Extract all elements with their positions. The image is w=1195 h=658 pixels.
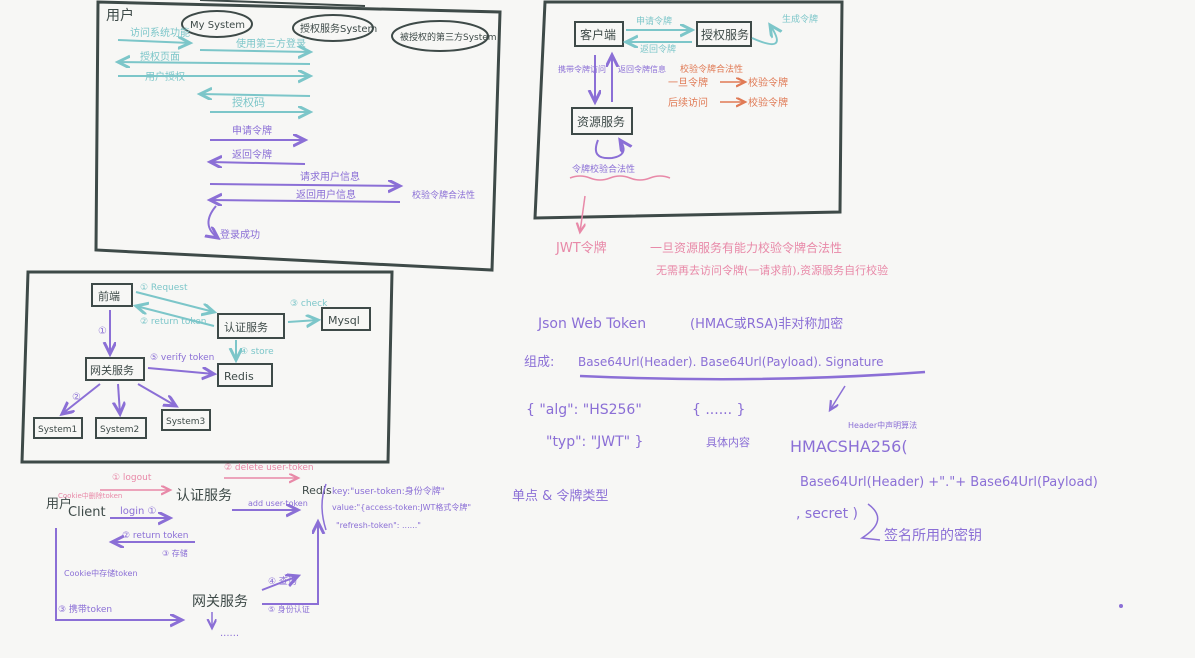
edge-num2: ② xyxy=(72,392,81,403)
edge-return-token3: ② return token xyxy=(140,317,206,327)
jwt-hmac: HMACSHA256( xyxy=(790,437,908,456)
msg-return-userinfo: 返回用户信息 xyxy=(296,188,356,201)
whiteboard-diagram: 用户 My System 授权服务System 被授权的第三方System 访问… xyxy=(20,0,1123,639)
panel-token-validation: 客户端 授权服务 资源服务 申请令牌 返回令牌 生成令牌 携带令牌访问 返回令牌… xyxy=(533,0,844,220)
jwt-payload-label: 具体内容 xyxy=(706,435,750,449)
edge-request-token: 申请令牌 xyxy=(636,15,672,27)
jwt-title: JWT令牌 xyxy=(555,240,607,256)
msg-validate-token: 校验令牌合法性 xyxy=(412,189,475,201)
edge-auth-ret: ⑤ 身份认证 xyxy=(268,604,310,614)
node-system3: System3 xyxy=(166,417,205,427)
msg-auth-page: 授权页面 xyxy=(140,50,180,63)
actor-auth-service: 授权服务System xyxy=(300,22,377,35)
edge-carry-token: 携带令牌访问 xyxy=(558,64,606,74)
msg-user-authorize: 用户授权 xyxy=(145,70,185,83)
note-validate2: 校验令牌 xyxy=(748,96,788,109)
jwt-desc1: 一旦资源服务有能力校验令牌合法性 xyxy=(650,240,842,255)
actor-third-party: 被授权的第三方System xyxy=(400,31,497,43)
node-system2: System2 xyxy=(100,425,139,435)
node-mysql: Mysql xyxy=(328,314,360,327)
jwt-desc2: 无需再去访问令牌(一请求前),资源服务自行校验 xyxy=(656,263,888,277)
redis-key: key:"user-token:身份令牌" xyxy=(332,485,445,497)
msg-return-token: 返回令牌 xyxy=(232,148,272,161)
node-redis3: Redis xyxy=(224,370,254,383)
msg-auth-code: 授权码 xyxy=(232,95,265,109)
note-first: 校验令牌合法性 xyxy=(680,63,743,75)
jwt-header-alg: { "alg": "HS256" xyxy=(526,402,642,418)
jwt-secret-note: 签名所用的密钥 xyxy=(884,527,982,544)
jwt-payload: { ...... } xyxy=(692,402,745,418)
msg-request-token: 申请令牌 xyxy=(232,124,272,137)
note-validate1: 校验令牌 xyxy=(748,76,788,89)
note-later: 后续访问 xyxy=(668,96,708,109)
node-gateway3: 网关服务 xyxy=(90,363,134,377)
jwt-composition-label: 组成: xyxy=(524,355,554,370)
edge-validate: 令牌校验合法性 xyxy=(572,163,635,175)
actor-user: 用户 xyxy=(106,7,134,24)
node-client: 客户端 xyxy=(580,27,616,42)
note-once: 一旦令牌 xyxy=(668,76,708,89)
node-frontend: 前端 xyxy=(98,289,120,303)
redis-refresh: "refresh-token": ......" xyxy=(336,521,421,530)
actor-my-system: My System xyxy=(190,20,245,31)
edge-return4: ② return token xyxy=(122,531,188,541)
jwt-parts: Base64Url(Header). Base64Url(Payload). S… xyxy=(578,355,883,369)
node-system1: System1 xyxy=(38,425,77,435)
edge-cookie-delete: Cookie中删除token xyxy=(58,491,122,500)
edge-return-token: 返回令牌 xyxy=(640,43,676,55)
node-auth3: 认证服务 xyxy=(224,321,268,334)
sso-types: 单点 & 令牌类型 xyxy=(512,488,608,504)
jwt-fullname: Json Web Token xyxy=(537,316,646,332)
panel-oauth-flow: 用户 My System 授权服务System 被授权的第三方System 访问… xyxy=(94,0,502,272)
jwt-hmac-args: Base64Url(Header) +"."+ Base64Url(Payloa… xyxy=(800,475,1098,490)
edge-store4: ③ 存储 xyxy=(162,548,188,558)
actor-auth4: 认证服务 xyxy=(176,488,232,504)
edge-add-token: add user-token xyxy=(248,499,308,508)
panel-sso-flow: 用户 Client 认证服务 Redis 网关服务 ① logout Cooki… xyxy=(46,463,608,639)
gateway-dots: ...... xyxy=(220,628,239,639)
edge-num1: ① xyxy=(98,326,107,337)
edge-login: login ① xyxy=(120,506,157,517)
edge-carry4: ③ 携带token xyxy=(58,603,112,615)
edge-cookie-store: Cookie中存储token xyxy=(64,568,138,578)
edge-return-info: 返回令牌信息 xyxy=(618,64,666,74)
jwt-notes: JWT令牌 一旦资源服务有能力校验令牌合法性 无需再去访问令牌(一请求前),资源… xyxy=(524,195,1123,608)
actor-redis4: Redis xyxy=(302,484,332,497)
edge-generate-token: 生成令牌 xyxy=(782,13,818,25)
msg-visit: 访问系统功能 xyxy=(130,26,190,39)
jwt-secret: , secret ) xyxy=(796,506,858,522)
node-resource: 资源服务 xyxy=(577,114,625,129)
redis-value: value:"{access-token:JWT格式令牌" xyxy=(332,502,471,512)
edge-store: ④ store xyxy=(240,347,274,357)
msg-login-success: 登录成功 xyxy=(220,228,260,241)
jwt-sig-note: Header中声明算法 xyxy=(848,420,917,430)
actor-client4: Client xyxy=(68,505,106,520)
edge-logout: ① logout xyxy=(112,473,152,483)
edge-query: ④ 查询 xyxy=(268,575,297,587)
msg-request-userinfo: 请求用户信息 xyxy=(300,170,360,183)
edge-verify: ⑤ verify token xyxy=(150,353,214,363)
actor-gateway4: 网关服务 xyxy=(192,594,248,610)
msg-third-login: 使用第三方登录 xyxy=(236,37,306,50)
panel-gateway-arch: 前端 认证服务 Mysql 网关服务 Redis System1 System2… xyxy=(20,270,394,464)
edge-request: ① Request xyxy=(140,283,188,293)
jwt-header-typ: "typ": "JWT" } xyxy=(546,434,643,450)
edge-delete-token: ② delete user-token xyxy=(224,463,314,473)
edge-check: ③ check xyxy=(290,299,328,309)
node-auth: 授权服务 xyxy=(701,27,749,42)
jwt-algo: (HMAC或RSA)非对称加密 xyxy=(690,316,843,332)
